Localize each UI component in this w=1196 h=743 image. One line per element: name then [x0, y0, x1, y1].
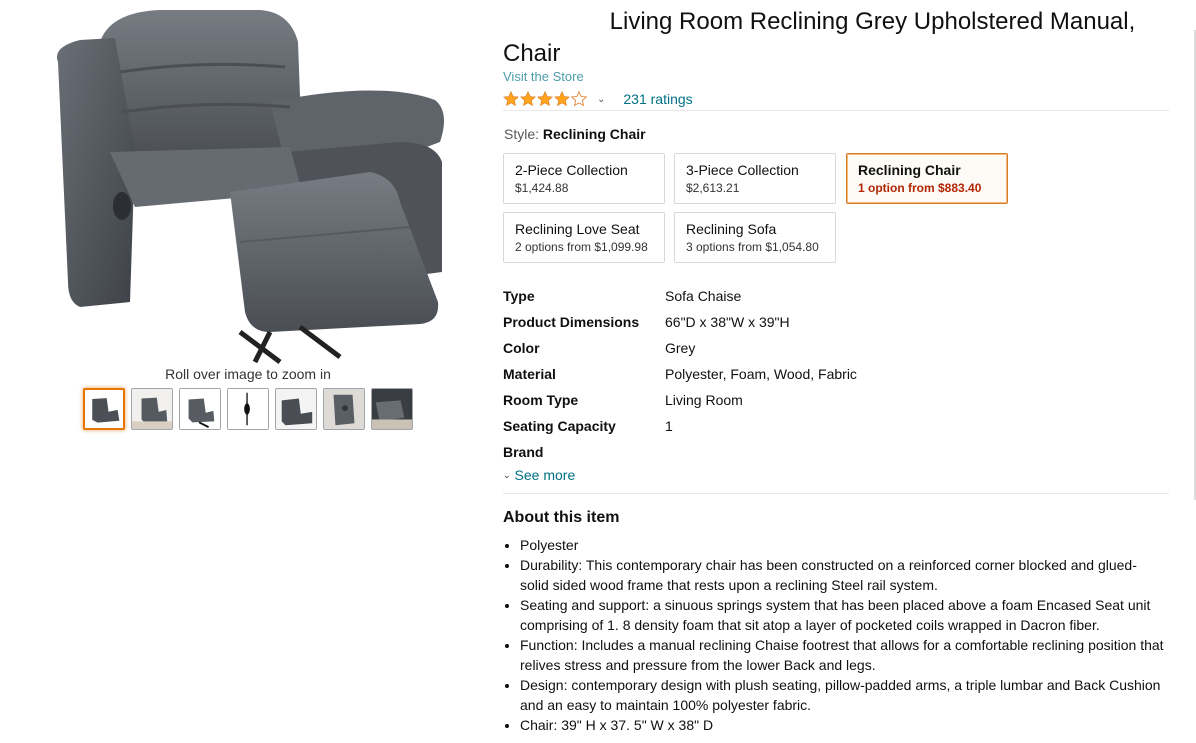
- style-option-name: Reclining Love Seat: [515, 221, 640, 237]
- selected-style: Reclining Chair: [542, 126, 646, 142]
- spec-value: Grey: [665, 340, 696, 356]
- style-option-reclining-chair[interactable]: Reclining Chair 1 option from $883.40: [846, 153, 1008, 204]
- spec-value: 66"D x 38"W x 39"H: [665, 314, 790, 330]
- spec-value-brand: [665, 454, 725, 460]
- thumbnail-7[interactable]: [371, 388, 413, 430]
- about-bullet: Durability: This contemporary chair has …: [520, 555, 1165, 595]
- style-option-price: 1 option from $883.40: [858, 181, 982, 195]
- spec-key: Color: [503, 340, 540, 356]
- thumbnail-6[interactable]: [323, 388, 365, 430]
- style-label: Style: Reclining Chair: [504, 126, 646, 142]
- spec-row: Type Sofa Chaise: [503, 283, 1103, 309]
- product-title: Living Room Reclining Grey Upholstered M…: [503, 6, 1163, 70]
- star-empty-icon: [571, 91, 587, 107]
- star-full-icon: [520, 91, 536, 107]
- style-option-name: 2-Piece Collection: [515, 162, 628, 178]
- spec-value: Living Room: [665, 392, 743, 408]
- recliner-chair-image: [56, 10, 444, 364]
- product-specs-table: Type Sofa Chaise Product Dimensions 66"D…: [503, 283, 1103, 465]
- about-bullets: Polyester Durability: This contemporary …: [520, 535, 1165, 735]
- thumbnail-4[interactable]: [227, 388, 269, 430]
- thumbnail-1[interactable]: [83, 388, 125, 430]
- spec-key: Type: [503, 288, 535, 304]
- thumbnail-5[interactable]: [275, 388, 317, 430]
- spec-row: Color Grey: [503, 335, 1103, 361]
- style-option-love-seat[interactable]: Reclining Love Seat 2 options from $1,09…: [503, 212, 665, 263]
- visit-store-link[interactable]: Visit the Store: [503, 72, 663, 82]
- about-bullet: Function: Includes a manual reclining Ch…: [520, 635, 1165, 675]
- style-option-price: $1,424.88: [515, 181, 569, 195]
- spec-row: Product Dimensions 66"D x 38"W x 39"H: [503, 309, 1103, 335]
- thumbnail-2[interactable]: [131, 388, 173, 430]
- brand-redaction: [503, 11, 603, 34]
- about-title: About this item: [503, 509, 620, 526]
- zoom-hint: Roll over image to zoom in: [165, 366, 331, 382]
- style-option-2-piece[interactable]: 2-Piece Collection $1,424.88: [503, 153, 665, 204]
- style-option-reclining-sofa[interactable]: Reclining Sofa 3 options from $1,054.80: [674, 212, 836, 263]
- star-full-icon: [537, 91, 553, 107]
- style-option-3-piece[interactable]: 3-Piece Collection $2,613.21: [674, 153, 836, 204]
- about-bullet: Chair: 39" H x 37. 5" W x 38" D: [520, 715, 1165, 735]
- star-full-icon: [554, 91, 570, 107]
- star-full-icon: [503, 91, 519, 107]
- spec-value: Sofa Chaise: [665, 288, 742, 304]
- style-option-price: 3 options from $1,054.80: [686, 240, 819, 254]
- style-label-text: Style:: [504, 126, 540, 142]
- style-option-price: $2,613.21: [686, 181, 740, 195]
- spec-key: Brand: [503, 444, 544, 460]
- spec-row: Room Type Living Room: [503, 387, 1103, 413]
- spec-key: Product Dimensions: [503, 314, 640, 330]
- style-option-name: Reclining Chair: [858, 162, 961, 178]
- spec-row: Brand: [503, 439, 1103, 465]
- main-product-image[interactable]: [40, 2, 455, 364]
- spec-key: Seating Capacity: [503, 418, 616, 434]
- ratings-count-link[interactable]: 231 ratings: [623, 91, 692, 107]
- chevron-down-icon: ⌄: [503, 469, 511, 480]
- see-more-label: See more: [514, 467, 576, 483]
- spec-key: Room Type: [503, 392, 579, 408]
- about-bullet: Polyester: [520, 535, 1165, 555]
- rating-row: ⌄ 231 ratings: [503, 89, 693, 109]
- spec-key: Material: [503, 366, 556, 382]
- spec-value: Polyester, Foam, Wood, Fabric: [665, 366, 857, 382]
- spec-row: Material Polyester, Foam, Wood, Fabric: [503, 361, 1103, 387]
- spec-row: Seating Capacity 1: [503, 413, 1103, 439]
- chevron-down-icon[interactable]: ⌄: [597, 94, 605, 105]
- style-option-price: 2 options from $1,099.98: [515, 240, 648, 254]
- star-rating-icon[interactable]: [503, 91, 587, 107]
- spec-value: 1: [665, 418, 673, 434]
- divider: [503, 493, 1169, 494]
- divider: [503, 110, 1169, 111]
- about-bullet: Design: contemporary design with plush s…: [520, 675, 1165, 715]
- thumbnail-3[interactable]: [179, 388, 221, 430]
- about-bullet: Seating and support: a sinuous springs s…: [520, 595, 1165, 635]
- style-option-name: 3-Piece Collection: [686, 162, 799, 178]
- style-option-name: Reclining Sofa: [686, 221, 777, 237]
- thumbnail-strip: [83, 388, 413, 430]
- see-more-link[interactable]: ⌄ See more: [503, 467, 575, 483]
